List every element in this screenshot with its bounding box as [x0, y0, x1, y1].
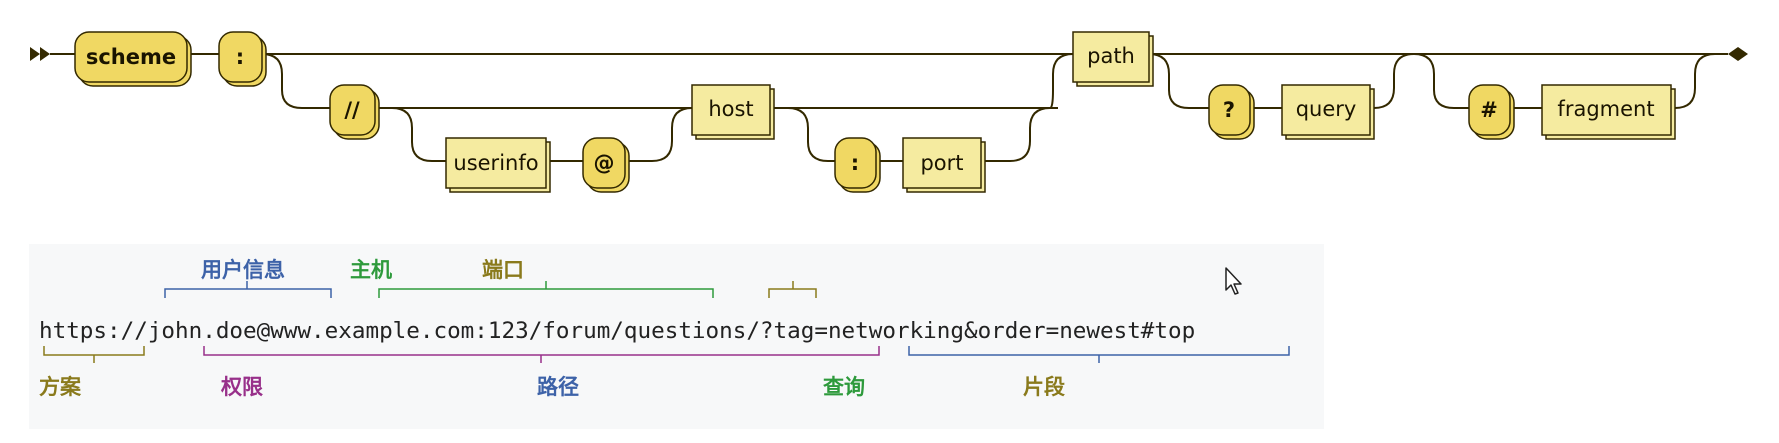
- terminal-colon: :: [218, 31, 267, 87]
- terminal-double-slash: //: [329, 84, 380, 140]
- nonterminal-host-label: host: [708, 97, 753, 121]
- nonterminal-port-label: port: [920, 151, 963, 175]
- url-syntax-railroad-diagram: scheme : // userinfo @ host : port path …: [30, 31, 1748, 193]
- example-url: https://john.doe@www.example.com:123/for…: [39, 318, 1195, 344]
- nonterminal-path-label: path: [1087, 44, 1135, 68]
- terminal-question: ?: [1208, 84, 1255, 140]
- diagram-start-marker: [30, 47, 50, 61]
- nonterminal-userinfo: userinfo: [445, 137, 551, 193]
- label-scheme: 方案: [39, 375, 82, 399]
- bracket-fragment: [908, 346, 1290, 363]
- terminal-at: @: [582, 137, 630, 193]
- bracket-userinfo: [164, 281, 332, 298]
- terminal-hash: #: [1468, 84, 1515, 140]
- label-host: 主机: [350, 258, 392, 282]
- nonterminal-host: host: [691, 84, 775, 140]
- terminal-scheme-label: scheme: [86, 45, 176, 69]
- url-example-panel: 用户信息 主机 端口 https://john.doe@www.example.…: [29, 244, 1324, 429]
- diagram-end-marker: [1728, 47, 1748, 61]
- label-port: 端口: [482, 258, 524, 282]
- nonterminal-port: port: [902, 137, 986, 193]
- terminal-hash-label: #: [1480, 98, 1498, 122]
- label-fragment: 片段: [1023, 375, 1065, 399]
- terminal-scheme: scheme: [74, 31, 192, 87]
- bracket-scheme: [43, 346, 145, 363]
- nonterminal-fragment-label: fragment: [1557, 97, 1654, 121]
- nonterminal-fragment: fragment: [1541, 84, 1676, 140]
- bracket-authority: [203, 346, 880, 363]
- nonterminal-query-label: query: [1296, 97, 1357, 121]
- mouse-cursor-icon: [1225, 267, 1242, 295]
- terminal-question-label: ?: [1223, 98, 1235, 122]
- nonterminal-query: query: [1281, 84, 1375, 140]
- label-authority: 权限: [220, 375, 263, 399]
- label-path: 路径: [537, 375, 579, 399]
- terminal-port-colon: :: [834, 137, 881, 193]
- terminal-at-label: @: [594, 151, 615, 175]
- terminal-double-slash-label: //: [344, 98, 360, 122]
- label-userinfo: 用户信息: [201, 258, 285, 282]
- bracket-host: [378, 281, 714, 298]
- terminal-colon-label: :: [236, 45, 244, 69]
- terminal-port-colon-label: :: [851, 151, 859, 175]
- nonterminal-path: path: [1072, 31, 1154, 87]
- bracket-port: [768, 281, 817, 298]
- label-query: 查询: [823, 375, 865, 399]
- nonterminal-userinfo-label: userinfo: [453, 151, 538, 175]
